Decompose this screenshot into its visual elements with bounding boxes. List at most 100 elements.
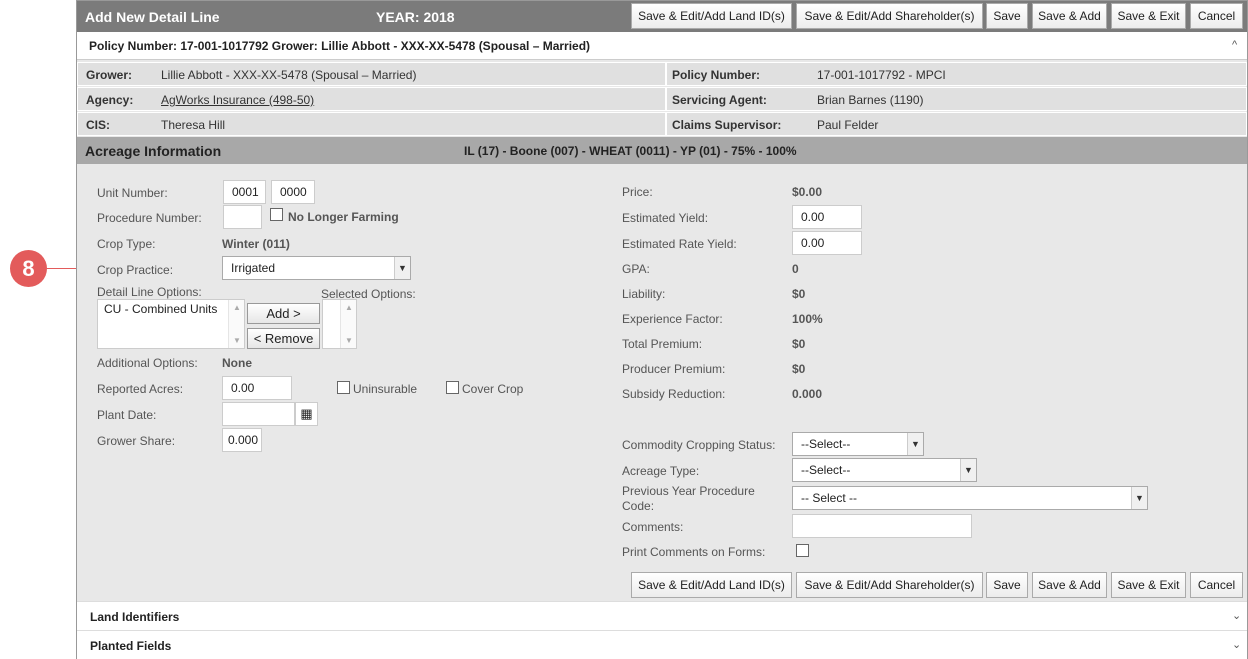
chevron-up-icon[interactable]: ^ [1232,39,1237,51]
print-comments-label: Print Comments on Forms: [622,545,766,559]
detail-line-options-label: Detail Line Options: [97,285,202,299]
print-comments-checkbox[interactable] [796,544,809,557]
crop-practice-value: Irrigated [231,261,276,275]
bottom-save-add-button[interactable]: Save & Add [1032,572,1107,598]
policy-number-label: Policy Number: [672,68,761,82]
agency-link[interactable]: AgWorks Insurance (498-50) [161,93,314,107]
acreage-type-select[interactable]: --Select-- ▼ [792,458,977,482]
comments-label: Comments: [622,520,684,534]
liability-label: Liability: [622,287,666,301]
chevron-down-icon: ▼ [1131,487,1147,509]
save-edit-land-ids-button[interactable]: Save & Edit/Add Land ID(s) [631,3,792,29]
selected-options-listbox[interactable]: ▲ ▼ [322,299,357,349]
crop-practice-select[interactable]: Irrigated ▼ [222,256,411,280]
acreage-title: Acreage Information [85,143,222,159]
selected-listbox-scrollbar[interactable]: ▲ ▼ [340,300,356,348]
grower-label: Grower: [86,68,133,82]
cover-crop-label: Cover Crop [462,382,524,396]
grower-value: Lillie Abbott - XXX-XX-5478 (Spousal – M… [161,68,417,82]
bottom-cancel-button[interactable]: Cancel [1190,572,1243,598]
price-value: $0.00 [792,185,823,199]
additional-options-value: None [222,356,252,370]
total-premium-value: $0 [792,337,806,351]
uninsurable-checkbox[interactable] [337,381,350,394]
chevron-down-icon[interactable]: ⌄ [1232,609,1241,622]
chevron-down-icon: ▼ [960,459,976,481]
save-button[interactable]: Save [986,3,1028,29]
procedure-number-label: Procedure Number: [97,211,202,225]
chevron-down-icon: ▼ [394,257,410,279]
page-title: Add New Detail Line [85,9,220,25]
total-premium-label: Total Premium: [622,337,703,351]
chevron-down-icon[interactable]: ⌄ [1232,638,1241,651]
listbox-scrollbar[interactable]: ▲ ▼ [228,300,244,348]
crop-practice-label: Crop Practice: [97,263,174,277]
subsidy-reduction-value: 0.000 [792,387,823,401]
estimated-rate-yield-input[interactable]: 0.00 [792,231,862,255]
servicing-agent-info-cell: Servicing Agent: Brian Barnes (1190) [666,87,1247,111]
land-identifiers-title: Land Identifiers [90,610,180,624]
calendar-icon[interactable]: ▦ [295,402,318,426]
agency-label: Agency: [86,93,134,107]
crop-type-value: Winter (011) [222,237,290,251]
planted-fields-section[interactable]: Planted Fields ⌄ [77,630,1247,659]
land-identifiers-section[interactable]: Land Identifiers ⌄ [77,601,1247,630]
procedure-number-input[interactable] [223,205,262,229]
add-option-button[interactable]: Add > [247,303,320,324]
bottom-save-button[interactable]: Save [986,572,1028,598]
commodity-cropping-status-select[interactable]: --Select-- ▼ [792,432,924,456]
additional-options-label: Additional Options: [97,356,198,370]
save-exit-button[interactable]: Save & Exit [1111,3,1186,29]
no-longer-farming-label: No Longer Farming [288,210,399,224]
experience-factor-value: 100% [792,312,823,326]
no-longer-farming-checkbox[interactable] [270,208,283,221]
year-label: YEAR: 2018 [376,9,455,25]
commodity-cropping-status-label: Commodity Cropping Status: [622,438,776,452]
comments-input[interactable] [792,514,972,538]
previous-year-procedure-code-label: Previous Year Procedure Code: [622,484,755,513]
cis-value: Theresa Hill [161,118,226,132]
policy-summary-bar[interactable]: Policy Number: 17-001-1017792 Grower: Li… [77,32,1247,60]
scroll-down-icon[interactable]: ▼ [341,336,357,345]
grower-share-label: Grower Share: [97,434,176,448]
save-add-button[interactable]: Save & Add [1032,3,1107,29]
unit-number-input[interactable]: 0001 [223,180,266,204]
scroll-up-icon[interactable]: ▲ [341,303,357,312]
cis-label: CIS: [86,118,110,132]
cover-crop-checkbox[interactable] [446,381,459,394]
reported-acres-label: Reported Acres: [97,382,184,396]
servicing-agent-value: Brian Barnes (1190) [817,93,924,107]
cancel-button[interactable]: Cancel [1190,3,1243,29]
save-edit-shareholders-button[interactable]: Save & Edit/Add Shareholder(s) [796,3,983,29]
option-item[interactable]: CU - Combined Units [104,302,238,316]
planted-fields-title: Planted Fields [90,639,172,653]
producer-premium-label: Producer Premium: [622,362,726,376]
policy-number-info-cell: Policy Number: 17-001-1017792 - MPCI [666,62,1247,86]
estimated-yield-input[interactable]: 0.00 [792,205,862,229]
reported-acres-input[interactable]: 0.00 [222,376,292,400]
claims-supervisor-value: Paul Felder [817,118,879,132]
previous-year-procedure-code-value: -- Select -- [801,491,858,505]
gpa-value: 0 [792,262,799,276]
available-options-listbox[interactable]: CU - Combined Units ▲ ▼ [97,299,245,349]
grower-info-cell: Grower: Lillie Abbott - XXX-XX-5478 (Spo… [77,62,666,86]
experience-factor-label: Experience Factor: [622,312,723,326]
acreage-summary: IL (17) - Boone (007) - WHEAT (0011) - Y… [464,144,797,158]
agency-info-cell: Agency: AgWorks Insurance (498-50) [77,87,666,111]
policy-number-value: 17-001-1017792 - MPCI [817,68,946,82]
claims-supervisor-info-cell: Claims Supervisor: Paul Felder [666,112,1247,136]
scroll-up-icon[interactable]: ▲ [229,303,245,312]
grower-share-input[interactable]: 0.000 [222,428,262,452]
bottom-save-edit-land-ids-button[interactable]: Save & Edit/Add Land ID(s) [631,572,792,598]
servicing-agent-label: Servicing Agent: [672,93,767,107]
step-callout-badge: 8 [10,250,47,287]
sub-unit-number-input[interactable]: 0000 [271,180,315,204]
producer-premium-value: $0 [792,362,806,376]
bottom-save-exit-button[interactable]: Save & Exit [1111,572,1186,598]
scroll-down-icon[interactable]: ▼ [229,336,245,345]
remove-option-button[interactable]: < Remove [247,328,320,349]
plant-date-input[interactable] [222,402,295,426]
previous-year-procedure-code-select[interactable]: -- Select -- ▼ [792,486,1148,510]
claims-supervisor-label: Claims Supervisor: [672,118,782,132]
bottom-save-edit-shareholders-button[interactable]: Save & Edit/Add Shareholder(s) [796,572,983,598]
